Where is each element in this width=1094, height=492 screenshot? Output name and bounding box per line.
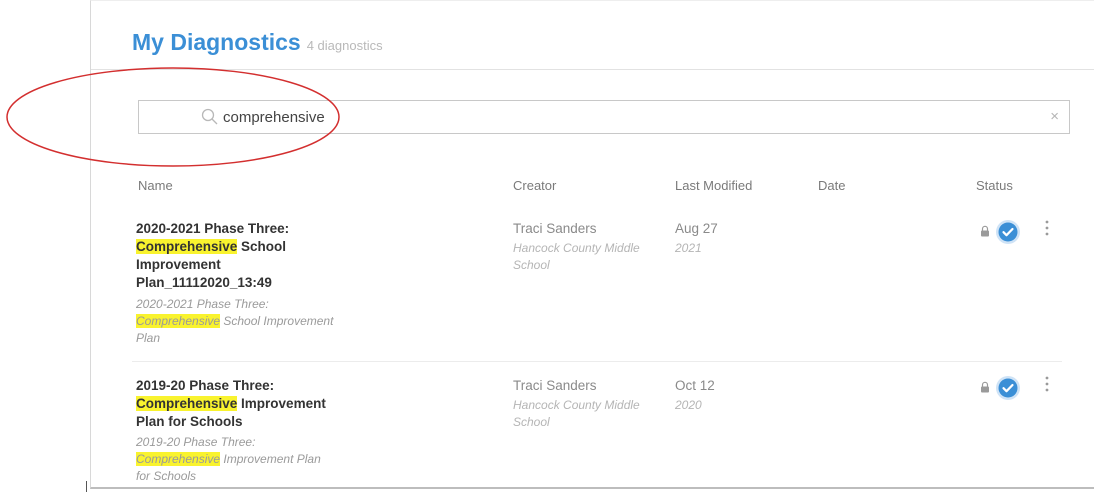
lock-icon [981, 381, 989, 393]
search-highlight: Comprehensive [136, 452, 221, 466]
column-header-status[interactable]: Status [976, 178, 1013, 193]
description-text: 2020-2021 Phase Three: [136, 297, 269, 311]
search-icon [201, 108, 218, 125]
diagnostics-count: 4 diagnostics [306, 38, 383, 53]
last-modified-year: 2021 [675, 241, 702, 255]
clear-search-icon[interactable]: × [1050, 109, 1059, 125]
search-highlight: Comprehensive [136, 396, 238, 411]
more-vertical-icon[interactable] [1043, 375, 1051, 393]
title-text: 2020-2021 Phase Three: [136, 221, 290, 236]
creator-name: Traci Sanders [513, 221, 597, 236]
search-highlight: Comprehensive [136, 239, 238, 254]
last-modified-date: Oct 12 [675, 378, 715, 393]
creator-organization: Hancock County Middle School [513, 241, 640, 272]
lock-icon [981, 225, 989, 237]
column-header-date[interactable]: Date [818, 178, 845, 193]
creator-organization: Hancock County Middle School [513, 398, 640, 429]
column-header-last-modified[interactable]: Last Modified [675, 178, 752, 193]
header: My Diagnostics 4 diagnostics [132, 29, 383, 56]
diagnostic-title-link[interactable]: 2019-20 Phase Three: Comprehensive Impro… [136, 377, 356, 431]
more-vertical-icon[interactable] [1043, 219, 1051, 237]
search-highlight: Comprehensive [136, 314, 221, 328]
diagnostic-description: 2019-20 Phase Three: Comprehensive Impro… [136, 434, 336, 485]
last-modified-year: 2020 [675, 398, 702, 412]
check-circle-icon[interactable] [995, 375, 1021, 401]
diagnostic-description: 2020-2021 Phase Three: Comprehensive Sch… [136, 296, 336, 347]
header-divider [91, 69, 1094, 70]
row-divider [132, 361, 1062, 362]
search-box[interactable]: × [138, 100, 1070, 134]
column-header-name[interactable]: Name [138, 178, 173, 193]
title-text: 2019-20 Phase Three: [136, 378, 275, 393]
creator-name: Traci Sanders [513, 378, 597, 393]
column-header-creator[interactable]: Creator [513, 178, 556, 193]
last-modified-date: Aug 27 [675, 221, 718, 236]
edge-mark [86, 481, 87, 492]
diagnostic-title-link[interactable]: 2020-2021 Phase Three: Comprehensive Sch… [136, 220, 356, 292]
search-input[interactable] [223, 105, 1003, 129]
page-title: My Diagnostics [132, 29, 301, 55]
check-circle-icon[interactable] [995, 219, 1021, 245]
description-text: 2019-20 Phase Three: [136, 435, 256, 449]
